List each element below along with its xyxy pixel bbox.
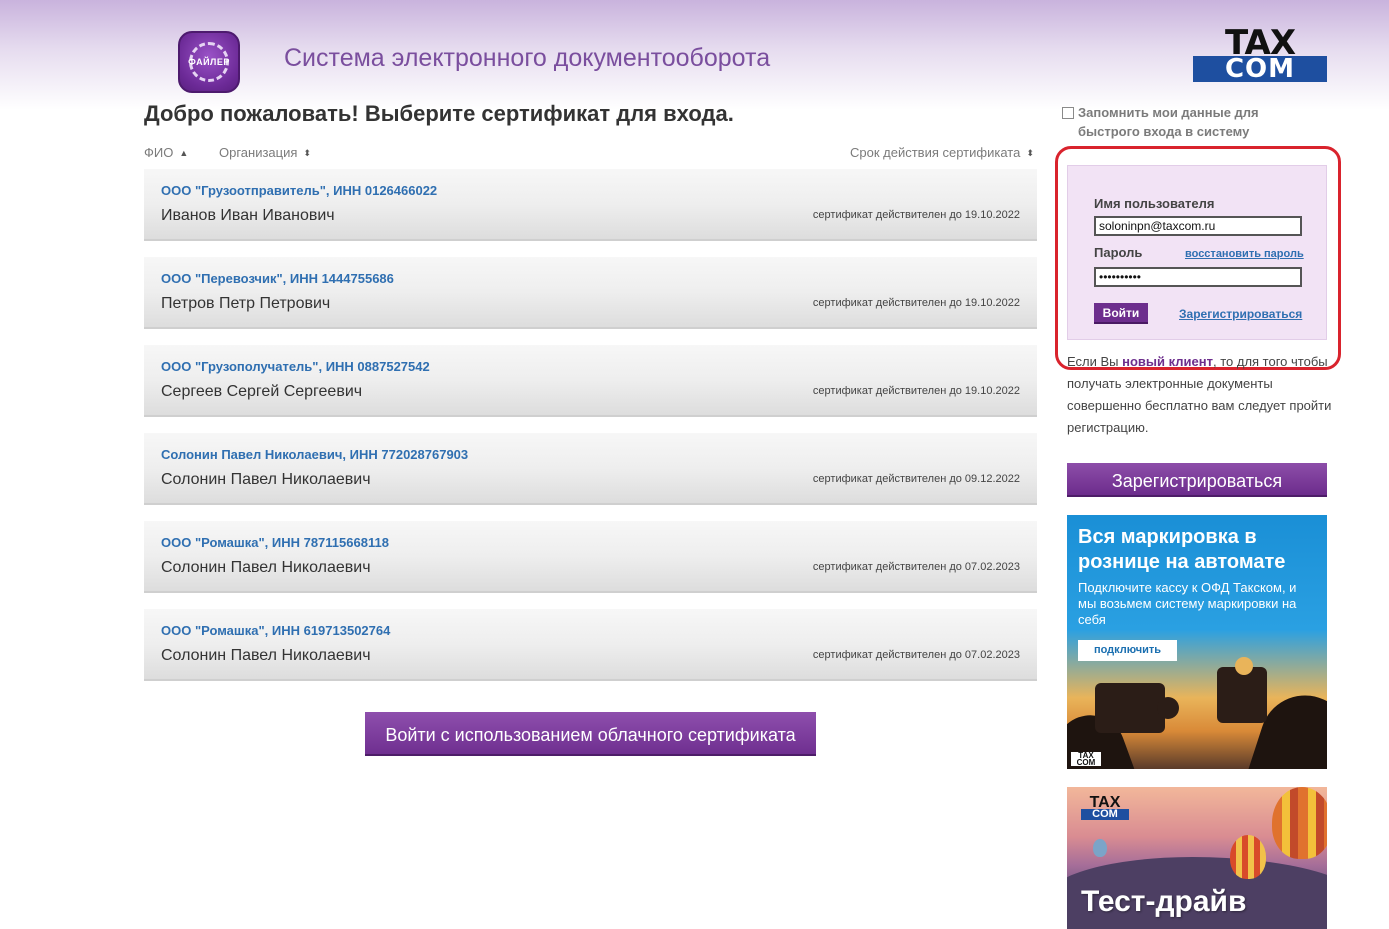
certificate-item[interactable]: ООО "Ромашка", ИНН 619713502764 Солонин … [144, 609, 1037, 681]
new-client-text-start: Если Вы [1067, 354, 1123, 369]
cert-inn: , ИНН 0126466022 [325, 183, 438, 198]
cert-validity: сертификат действителен до 07.02.2023 [812, 561, 1020, 573]
cert-validity: сертификат действителен до 19.10.2022 [812, 297, 1020, 309]
taxcom-banner-logo-bottom: COM [1081, 809, 1129, 820]
cert-inn: , ИНН 787115668118 [264, 535, 389, 550]
logo-text: ФАЙЛЕР [188, 57, 230, 67]
new-client-emphasis: новый клиент [1122, 354, 1213, 369]
sort-by-organization[interactable]: Организация ⬍ [219, 145, 311, 160]
taxcom-mini-logo: TAX COM [1071, 752, 1101, 767]
banner-title: Вся маркировка в рознице на автомате [1078, 526, 1286, 573]
new-client-info: Если Вы новый клиент, то для того чтобы … [1067, 351, 1335, 439]
cert-org-name: ООО "Ромашка" [161, 623, 265, 638]
filer-logo[interactable]: ФАЙЛЕР [178, 31, 240, 93]
certificate-item[interactable]: ООО "Грузополучатель", ИНН 0887527542 Се… [144, 345, 1037, 417]
taxcom-logo-bottom: COM [1193, 56, 1327, 82]
certificate-item[interactable]: ООО "Грузоотправитель", ИНН 0126466022 И… [144, 169, 1037, 241]
banner-text: Подключите кассу к ОФД Такском, и мы воз… [1078, 580, 1297, 627]
certificate-item[interactable]: Солонин Павел Николаевич, ИНН 7720287679… [144, 433, 1037, 505]
cert-owner: Иванов Иван Иванович [161, 207, 335, 224]
banner-connect-button[interactable]: подключить [1078, 640, 1177, 661]
cert-org-name: ООО "Грузоотправитель" [161, 183, 326, 198]
cloud-certificate-login-button[interactable]: Войти с использованием облачного сертифи… [365, 712, 816, 756]
cert-validity: сертификат действителен до 07.02.2023 [812, 649, 1020, 661]
column-label-expiry: Срок действия сертификата [850, 145, 1021, 160]
cert-owner: Солонин Павел Николаевич [161, 471, 371, 488]
cert-validity: сертификат действителен до 09.12.2022 [812, 473, 1020, 485]
taxcom-logo[interactable]: TAX COM [1193, 23, 1327, 82]
hot-air-balloon-icon [1093, 839, 1107, 857]
system-title: Система электронного документооборота [284, 44, 771, 72]
taxcom-logo-top: TAX [1224, 23, 1296, 63]
certificate-item[interactable]: ООО "Перевозчик", ИНН 1444755686 Петров … [144, 257, 1037, 329]
cert-owner: Петров Петр Петрович [161, 295, 331, 312]
cert-inn: , ИНН 1444755686 [282, 271, 394, 286]
cert-owner: Солонин Павел Николаевич [161, 559, 371, 576]
cert-org-name: ООО "Грузополучатель" [161, 359, 319, 374]
cert-org-name: ООО "Ромашка" [161, 535, 265, 550]
cert-owner: Сергеев Сергей Сергеевич [161, 383, 363, 400]
cert-organization: Солонин Павел Николаевич, ИНН 7720287679… [161, 447, 468, 462]
column-label-organization: Организация [219, 145, 298, 160]
test-drive-banner[interactable]: TAX COM Тест-драйв [1067, 787, 1327, 929]
cert-inn: , ИНН 619713502764 [264, 623, 391, 638]
sort-both-icon: ⬍ [1026, 148, 1034, 158]
banner-title: Тест-драйв [1081, 885, 1247, 918]
puzzle-piece-icon [1095, 683, 1179, 733]
cert-organization: ООО "Ромашка", ИНН 619713502764 [161, 623, 390, 638]
page-title: Добро пожаловать! Выберите сертификат дл… [144, 101, 734, 126]
hot-air-balloon-icon [1230, 835, 1266, 879]
cert-inn: , ИНН 0887527542 [318, 359, 430, 374]
cert-validity: сертификат действителен до 19.10.2022 [812, 209, 1020, 221]
register-button[interactable]: Зарегистрироваться [1067, 463, 1327, 497]
cert-organization: ООО "Грузополучатель", ИНН 0887527542 [161, 359, 430, 374]
cert-inn: , ИНН 772028767903 [342, 447, 469, 462]
certificate-item[interactable]: ООО "Ромашка", ИНН 787115668118 Солонин … [144, 521, 1037, 593]
sort-by-expiry[interactable]: Срок действия сертификата ⬍ [850, 145, 1034, 160]
cert-org-name: Солонин Павел Николаевич [161, 447, 343, 462]
column-label-fio: ФИО [144, 145, 174, 160]
sort-asc-icon: ▲ [179, 148, 189, 158]
sort-both-icon: ⬍ [303, 148, 311, 158]
hot-air-balloon-icon [1272, 787, 1327, 859]
highlight-ring [1055, 146, 1341, 370]
cert-organization: ООО "Перевозчик", ИНН 1444755686 [161, 271, 394, 286]
remember-me[interactable]: Запомнить мои данные для быстрого входа … [1062, 103, 1292, 141]
taxcom-banner-logo: TAX COM [1081, 795, 1129, 821]
cert-validity: сертификат действителен до 19.10.2022 [812, 385, 1020, 397]
cert-owner: Солонин Павел Николаевич [161, 647, 371, 664]
cert-org-name: ООО "Перевозчик" [161, 271, 283, 286]
remember-me-checkbox[interactable] [1062, 107, 1074, 119]
marking-banner[interactable]: Вся маркировка в рознице на автомате Под… [1067, 515, 1327, 769]
remember-me-label: Запомнить мои данные для быстрого входа … [1078, 105, 1259, 139]
cert-organization: ООО "Ромашка", ИНН 787115668118 [161, 535, 389, 550]
puzzle-piece-icon [1217, 657, 1267, 723]
page: ФАЙЛЕР Система электронного документообо… [0, 0, 1389, 929]
sort-by-fio[interactable]: ФИО ▲ [144, 145, 188, 160]
cert-organization: ООО "Грузоотправитель", ИНН 0126466022 [161, 183, 437, 198]
